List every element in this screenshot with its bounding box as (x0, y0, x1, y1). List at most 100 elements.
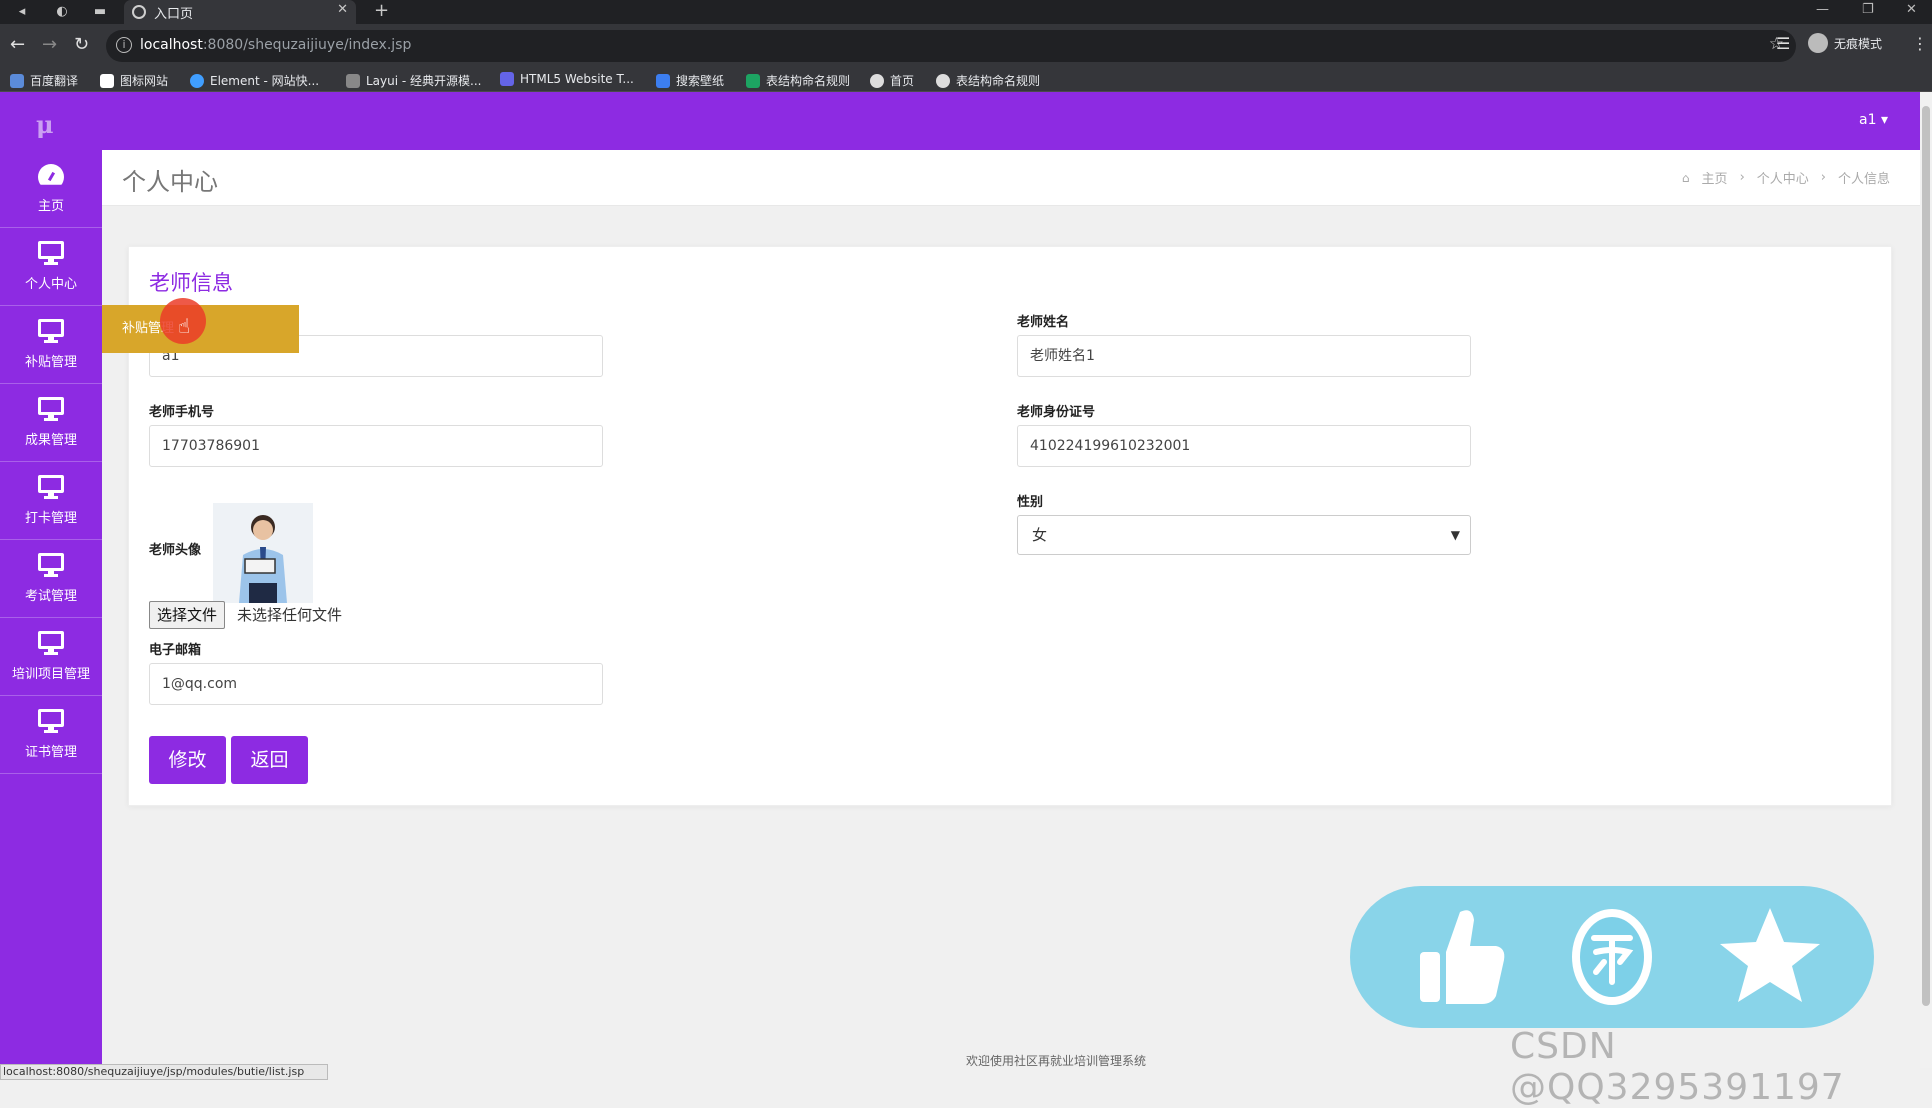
bookmark-item[interactable]: 图标网站 (100, 72, 168, 89)
bookmark-label: Layui - 经典开源模... (366, 74, 482, 88)
teacher-avatar-label: 老师头像 (149, 543, 202, 558)
bookmark-item[interactable]: Element - 网站快... (190, 72, 319, 89)
incognito-icon (1808, 33, 1828, 53)
teacher-name-field[interactable]: 老师姓名1 (1017, 335, 1471, 377)
bookmarks-bar: 百度翻译 图标网站 Element - 网站快... Layui - 经典开源模… (0, 68, 1932, 92)
flag-icon (100, 73, 114, 88)
click-cursor-indicator: ☝ (160, 298, 206, 344)
chevron-right-icon: › (1739, 170, 1745, 185)
restore-icon[interactable]: ❐ (1862, 2, 1874, 17)
close-window-icon[interactable]: ✕ (1906, 2, 1917, 17)
dashboard-icon (37, 163, 65, 187)
bookmark-item[interactable]: 首页 (870, 72, 914, 89)
sidebar-item-certificates[interactable]: 证书管理 (0, 696, 102, 774)
reload-icon[interactable]: ↻ (74, 34, 89, 55)
baidu-translate-icon (10, 73, 24, 88)
sidebar-item-label: 打卡管理 (24, 511, 77, 526)
gender-selected-value: 女 (1032, 526, 1048, 544)
bookmark-item[interactable]: 表结构命名规则 (936, 72, 1040, 89)
new-tab-button[interactable]: + (374, 0, 389, 21)
breadcrumb-home[interactable]: 主页 (1702, 168, 1728, 187)
teacher-phone-field[interactable]: 17703786901 (149, 425, 603, 467)
bookmark-item[interactable]: 搜索壁纸 (656, 72, 724, 89)
teacher-idcard-field[interactable]: 410224199610232001 (1017, 425, 1471, 467)
breadcrumb-personal-center[interactable]: 个人中心 (1757, 168, 1809, 187)
teacher-avatar-image (213, 503, 313, 603)
email-field[interactable]: 1@qq.com (149, 663, 603, 705)
sidebar-item-label: 主页 (37, 199, 64, 214)
csdn-watermark: CSDN @QQ3295391197 (1510, 1026, 1845, 1108)
footer-text: 欢迎使用社区再就业培训管理系统 (966, 1054, 1147, 1068)
gender-label: 性别 (1017, 495, 1044, 510)
bookmark-label: 表结构命名规则 (766, 74, 851, 88)
bookmark-item[interactable]: HTML5 Website T... (500, 72, 634, 86)
sidebar-item-label: 个人中心 (24, 277, 77, 292)
monitor-icon (38, 631, 64, 655)
sidebar-item-exams[interactable]: 考试管理 (0, 540, 102, 618)
sheet-icon (746, 73, 760, 88)
globe-icon (870, 73, 884, 88)
bookmark-label: 首页 (890, 74, 915, 88)
home-icon: ⌂ (1681, 170, 1690, 185)
browser-tab-active[interactable]: 入口页 ✕ (124, 0, 356, 24)
browser-status-bar: localhost:8080/shequzaijiuye/jsp/modules… (0, 1064, 328, 1080)
bookmark-label: 表结构命名规则 (956, 74, 1041, 88)
profile-label: 无痕模式 (1834, 36, 1883, 51)
back-button[interactable]: 返回 (231, 736, 308, 784)
scrollbar-thumb[interactable] (1922, 106, 1930, 1006)
globe-icon (936, 73, 950, 88)
window-icon[interactable]: ▬ (90, 2, 110, 22)
back-icon[interactable]: ← (10, 34, 25, 55)
page-header: 个人中心 ⌂ 主页 › 个人中心 › 个人信息 (102, 150, 1920, 206)
url-path: :8080/shequzaijiuye/index.jsp (202, 37, 412, 53)
thumbs-up-icon[interactable] (1420, 910, 1505, 1004)
sidebar-item-subsidy[interactable]: 补贴管理 (0, 306, 102, 384)
url-text: localhost:8080/shequzaijiuye/index.jsp (140, 37, 411, 53)
bookmark-label: HTML5 Website T... (520, 72, 634, 86)
sidebar-item-checkin[interactable]: 打卡管理 (0, 462, 102, 540)
bookmark-label: 百度翻译 (30, 74, 79, 88)
layui-icon (346, 73, 360, 88)
choose-file-button[interactable]: 选择文件 (149, 601, 226, 629)
sidebar-item-label: 证书管理 (24, 745, 77, 760)
star-icon[interactable] (1720, 908, 1820, 1002)
sidebar-item-label: 成果管理 (24, 433, 77, 448)
sidebar-item-training[interactable]: 培训项目管理 (0, 618, 102, 696)
site-info-icon[interactable]: i (116, 37, 132, 53)
mute-icon[interactable]: ◂ (12, 2, 32, 22)
sidebar-item-label: 考试管理 (24, 589, 77, 604)
bookmark-item[interactable]: 百度翻译 (10, 72, 78, 89)
bookmark-item[interactable]: 表结构命名规则 (746, 72, 850, 89)
sidebar-item-personal-center[interactable]: 个人中心 (0, 228, 102, 306)
video-overlay-actions (1350, 886, 1874, 1028)
close-tab-icon[interactable]: ✕ (337, 2, 348, 17)
browser-menu-icon[interactable]: ⋮ (1912, 34, 1928, 53)
incognito-profile[interactable]: 无痕模式 (1808, 33, 1882, 53)
coin-icon[interactable] (1572, 909, 1652, 1005)
forward-icon[interactable]: → (42, 34, 57, 55)
element-icon (190, 73, 204, 88)
minimize-icon[interactable]: — (1816, 2, 1829, 17)
reading-list-icon[interactable]: ☰ (1776, 34, 1790, 53)
sidebar-item-label: 补贴管理 (24, 355, 77, 370)
gender-select[interactable]: 女 ▼ (1017, 515, 1471, 555)
sidebar-item-achievements[interactable]: 成果管理 (0, 384, 102, 462)
email-label: 电子邮箱 (149, 643, 202, 658)
app-logo[interactable]: μ (36, 110, 54, 139)
teacher-idcard-label: 老师身份证号 (1017, 405, 1096, 420)
monitor-icon (38, 319, 64, 343)
page-scrollbar[interactable] (1920, 92, 1932, 1068)
modify-button[interactable]: 修改 (149, 736, 226, 784)
user-menu[interactable]: a1 ▾ (1859, 112, 1888, 128)
sidebar-item-home[interactable]: 主页 (0, 150, 102, 228)
page-title: 个人中心 (122, 168, 218, 196)
monitor-icon (38, 241, 64, 265)
monitor-icon (38, 397, 64, 421)
bookmark-label: 图标网站 (120, 74, 169, 88)
globe-icon[interactable]: ◐ (52, 2, 72, 22)
bookmark-item[interactable]: Layui - 经典开源模... (346, 72, 481, 89)
chevron-down-icon: ▼ (1450, 528, 1460, 542)
address-bar[interactable]: i localhost:8080/shequzaijiuye/index.jsp… (106, 30, 1796, 62)
sidebar: 主页 个人中心 补贴管理 成果管理 打卡管理 考试管理 培训项目管理 证书管理 (0, 150, 102, 1068)
card-title: 老师信息 (149, 271, 233, 295)
